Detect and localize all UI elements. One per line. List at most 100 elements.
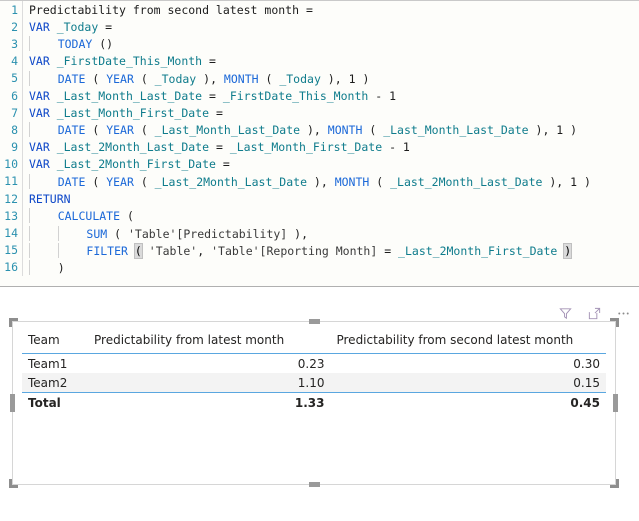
code-token: SUM: [86, 226, 108, 241]
code-text: VAR _Last_Month_Last_Date = _FirstDate_T…: [23, 89, 396, 103]
code-token: VAR: [29, 140, 57, 155]
cell-second-latest-month: 0.30: [573, 356, 600, 371]
filter-icon[interactable]: [557, 305, 573, 321]
line-number: 15: [4, 243, 18, 258]
code-line[interactable]: 6 VAR _Last_Month_Last_Date = _FirstDate_…: [0, 86, 639, 105]
code-token: VAR: [29, 105, 57, 120]
code-token: _Today: [56, 19, 99, 34]
code-token: ),: [528, 123, 557, 138]
code-token: VAR: [29, 54, 57, 69]
code-token: FILTER: [86, 243, 128, 258]
code-line[interactable]: 16 ): [0, 258, 639, 276]
resize-handle-left[interactable]: [10, 394, 15, 412]
code-token: Predictability from second latest month …: [29, 2, 313, 17]
code-line[interactable]: 7 VAR _Last_Month_First_Date =: [0, 104, 639, 122]
code-token: (: [85, 71, 107, 86]
code-line[interactable]: 15 FILTER ( 'Table', 'Table'[Reporting M…: [0, 241, 639, 259]
code-token: RETURN: [29, 191, 71, 206]
cell-team: Team1: [28, 356, 68, 371]
code-token: (: [85, 174, 107, 189]
table-visual[interactable]: Team Predictability from latest month Pr…: [9, 318, 619, 488]
code-token: YEAR: [106, 174, 134, 189]
cell-second-latest-month: 0.15: [330, 373, 606, 393]
code-text: DATE ( YEAR ( _Today ), MONTH ( _Today )…: [23, 70, 369, 86]
code-token: 'Table'[Reporting Month]: [211, 243, 378, 258]
code-token: ),: [300, 123, 328, 138]
indent-guide: [29, 208, 30, 224]
code-token: MONTH: [334, 174, 370, 189]
code-token: ): [57, 260, 65, 275]
resize-handle-bottom-left[interactable]: [9, 479, 18, 488]
code-line[interactable]: 3 TODAY (): [0, 35, 639, 53]
code-line[interactable]: 10 VAR _Last_2Month_First_Date =: [0, 155, 639, 173]
code-token: 1: [402, 140, 410, 155]
code-token: DATE: [57, 123, 86, 138]
code-token: _FirstDate_This_Month: [56, 54, 203, 69]
code-token: _Today: [154, 71, 197, 86]
code-token: ),: [320, 71, 349, 86]
line-number: 13: [4, 208, 18, 223]
focus-mode-icon[interactable]: [586, 305, 602, 321]
code-token: (: [133, 242, 143, 259]
code-token: YEAR: [106, 123, 134, 138]
code-line[interactable]: 11 DATE ( YEAR ( _Last_2Month_Last_Date …: [0, 172, 639, 191]
code-token: _FirstDate_This_Month: [222, 88, 369, 103]
table-header: Team Predictability from latest month Pr…: [22, 328, 606, 354]
line-number: 1: [11, 2, 18, 17]
code-text: SUM ( 'Table'[Predictability] ),: [23, 225, 308, 241]
table-row[interactable]: Team2 1.10 0.15: [22, 373, 606, 393]
code-token: =: [377, 243, 399, 258]
code-token: =: [215, 157, 230, 172]
code-line[interactable]: 1 Predictability from second latest month…: [0, 1, 639, 19]
column-header-latest-month[interactable]: Predictability from latest month: [88, 328, 331, 354]
table-body: Team1 0.23 0.30 Team2 1.10 0.15 Total 1.…: [22, 354, 606, 412]
code-token: ),: [307, 174, 335, 189]
code-line[interactable]: 9 VAR _Last_2Month_Last_Date = _Last_Mont…: [0, 138, 639, 156]
code-token: (): [92, 37, 114, 52]
table-row[interactable]: Team1 0.23 0.30: [22, 354, 606, 374]
code-token: =: [202, 88, 223, 103]
code-line[interactable]: 14 SUM ( 'Table'[Predictability] ),: [0, 224, 639, 242]
code-text: VAR _Last_Month_First_Date =: [23, 106, 223, 120]
resize-handle-right[interactable]: [613, 394, 618, 412]
code-token: (: [133, 174, 155, 189]
indent-guide: [29, 225, 30, 241]
code-token: (: [107, 226, 128, 241]
code-line[interactable]: 12 RETURN: [0, 190, 639, 208]
code-token: ): [563, 242, 573, 259]
dax-formula-editor[interactable]: 1 Predictability from second latest month…: [0, 0, 639, 287]
code-token: TODAY: [57, 37, 93, 52]
code-token: MONTH: [327, 123, 363, 138]
code-token: CALCULATE: [57, 209, 121, 224]
code-line[interactable]: 4 VAR _FirstDate_This_Month =: [0, 52, 639, 70]
code-line[interactable]: 13 CALCULATE (: [0, 207, 639, 225]
code-token: _Last_Month_Last_Date: [154, 123, 301, 138]
code-token: _Last_2Month_First_Date: [398, 243, 558, 258]
code-token: DATE: [57, 174, 86, 189]
code-token: _Last_Month_Last_Date: [383, 123, 529, 138]
code-token: (: [85, 123, 107, 138]
table-total-row[interactable]: Total 1.33 0.45: [22, 392, 606, 412]
code-token: DATE: [57, 71, 86, 86]
code-line[interactable]: 5 DATE ( YEAR ( _Today ), MONTH ( _Today…: [0, 69, 639, 87]
code-text: ): [23, 259, 65, 275]
resize-handle-bottom-right[interactable]: [610, 479, 619, 488]
code-token: VAR: [29, 19, 57, 34]
code-token: _Last_Month_First_Date: [229, 140, 383, 155]
resize-handle-bottom[interactable]: [309, 482, 320, 487]
code-line[interactable]: 8 DATE ( YEAR ( _Last_Month_Last_Date ),…: [0, 121, 639, 139]
indent-guide: [29, 259, 30, 275]
code-text: DATE ( YEAR ( _Last_2Month_Last_Date ), …: [23, 173, 591, 189]
code-token: =: [202, 54, 216, 69]
column-header-second-latest-month[interactable]: Predictability from second latest month: [330, 328, 606, 354]
code-text: VAR _FirstDate_This_Month =: [23, 54, 216, 68]
code-token: ),: [196, 71, 224, 86]
indent-guide: [29, 173, 30, 189]
resize-handle-top-right[interactable]: [610, 318, 619, 327]
code-token: ),: [287, 226, 308, 241]
resize-handle-top-left[interactable]: [9, 318, 18, 327]
resize-handle-top[interactable]: [309, 319, 320, 324]
code-line[interactable]: 2 VAR _Today =: [0, 18, 639, 36]
code-text: FILTER ( 'Table', 'Table'[Reporting Mont…: [23, 242, 573, 259]
column-header-team[interactable]: Team: [22, 328, 89, 354]
